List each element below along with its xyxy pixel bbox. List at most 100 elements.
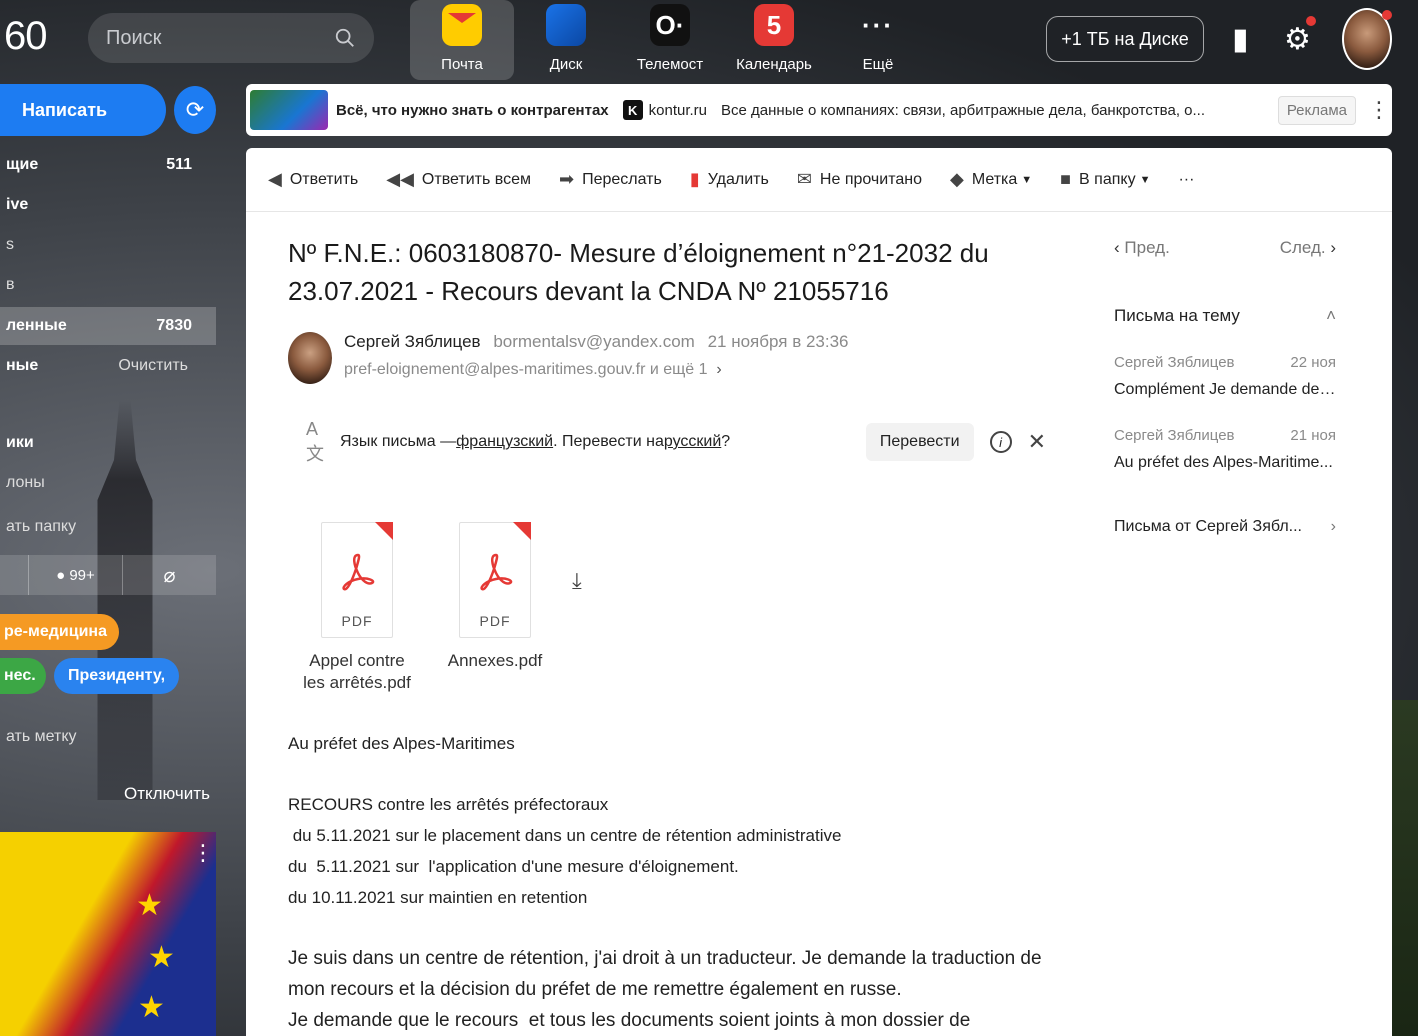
prev-message-button[interactable]: ‹ Пред.: [1114, 238, 1170, 258]
translate-icon: A文: [306, 418, 324, 464]
thread-snippet: Au préfet des Alpes-Maritime...: [1114, 454, 1333, 471]
filter-segment[interactable]: [0, 555, 29, 595]
info-icon[interactable]: i: [989, 431, 1012, 453]
thread-item[interactable]: Сергей Зяблицев 22 ноя Complément Je dema…: [1114, 354, 1336, 399]
sidebar-folder-sent[interactable]: ленные 7830: [0, 307, 216, 345]
target-language-link[interactable]: русский: [664, 433, 721, 451]
filter-attachments[interactable]: ⌀: [123, 555, 216, 595]
disk-icon: [546, 4, 586, 46]
refresh-button[interactable]: ⟳: [174, 86, 216, 134]
gear-icon[interactable]: ⚙: [1284, 22, 1311, 57]
messages-from-sender-link[interactable]: Письма от Сергей Зябл... ›: [1114, 518, 1336, 536]
filter-unread-count: 99+: [69, 566, 95, 584]
sidebar-folder-7[interactable]: ики: [6, 434, 34, 452]
app-mail[interactable]: Почта: [410, 0, 514, 80]
download-icon[interactable]: ⤓: [572, 568, 582, 594]
thread-header[interactable]: Письма на тему ˄: [1114, 306, 1336, 326]
disable-button[interactable]: Отключить: [124, 784, 210, 804]
folder-label: в: [6, 276, 15, 293]
pdf-file-icon: PDF: [321, 522, 393, 638]
app-calendar[interactable]: 5 Календарь: [722, 0, 826, 80]
translate-button[interactable]: Перевести: [865, 423, 974, 461]
sidebar-folder-8[interactable]: лоны: [6, 474, 45, 492]
message-subject: Nº F.N.E.: 0603180870- Mesure d’éloignem…: [288, 238, 989, 306]
sender-name[interactable]: Сергей Зяблицев: [344, 332, 481, 351]
sidebar-folder-deleted[interactable]: ные Очистить: [0, 347, 216, 385]
create-folder-link[interactable]: ать папку: [6, 518, 76, 536]
close-icon[interactable]: ✕: [1028, 429, 1046, 455]
filter-unread[interactable]: ● 99+: [29, 555, 123, 595]
thread-item[interactable]: Сергей Зяблицев 21 ноя Au préfet des Alpe…: [1114, 427, 1336, 472]
mark-unread-button[interactable]: ✉ Не прочитано: [797, 169, 922, 190]
top-bar: 60 Поиск Почта Диск O· Телемост 5 Календ…: [0, 0, 1418, 80]
tag-president[interactable]: Президенту,: [54, 658, 180, 694]
envelope-icon: ✉: [796, 169, 812, 189]
body-line: du 5.11.2021 sur l'application d'une mes…: [288, 857, 739, 876]
delete-button[interactable]: ▮ Удалить: [690, 169, 769, 190]
thread-from: Сергей Зяблицев: [1114, 354, 1235, 371]
search-box[interactable]: Поиск: [88, 13, 374, 63]
background-tree: [1390, 700, 1418, 1036]
next-message-button[interactable]: След. ›: [1280, 238, 1336, 258]
create-tag-link[interactable]: ать метку: [6, 728, 77, 746]
recipients[interactable]: pref-eloignement@alpes-maritimes.gouv.fr…: [344, 361, 722, 379]
tag-medicine[interactable]: ре-медицина: [0, 614, 119, 650]
sidebar-folder-2[interactable]: ive: [0, 186, 216, 224]
tag-green[interactable]: нес.: [0, 658, 46, 694]
folder-count: 7830: [156, 317, 192, 334]
sidebar-folder-3[interactable]: s: [0, 226, 216, 264]
app-mail-label: Почта: [441, 56, 483, 73]
ad-menu-icon[interactable]: ⋮: [1366, 97, 1392, 123]
star-icon: ★: [138, 991, 165, 1024]
thread-title: Письма на тему: [1114, 306, 1240, 325]
attachment-annexes[interactable]: PDF Annexes.pdf: [425, 522, 565, 672]
reply-label: Ответить: [289, 170, 359, 188]
reply-all-button[interactable]: ◀◀ Ответить всем: [386, 169, 531, 190]
body-line: du 10.11.2021 sur maintien en retention: [288, 888, 588, 907]
folder-label: щие: [6, 156, 39, 173]
ad-banner[interactable]: Всё, что нужно знать о контрагентах K ko…: [246, 84, 1392, 136]
forward-button[interactable]: ➡ Переслать: [559, 169, 662, 190]
search-input[interactable]: Поиск: [106, 27, 334, 50]
telemost-icon: O·: [650, 4, 690, 46]
reply-button[interactable]: ◀ Ответить: [268, 169, 358, 190]
sender-avatar[interactable]: [288, 332, 332, 384]
disk-promo-button[interactable]: +1 ТБ на Диске: [1046, 16, 1204, 62]
sender-line: Сергей Зяблицев bormentalsv@yandex.com 2…: [344, 332, 848, 352]
app-telemost[interactable]: O· Телемост: [618, 0, 722, 80]
promo-flag-card[interactable]: ★ ★ ★ ⋮: [0, 832, 216, 1036]
app-more-label: Ещё: [862, 56, 894, 73]
body-line: Au préfet des Alpes-Maritimes: [288, 734, 515, 753]
more-actions-button[interactable]: ···: [1178, 171, 1194, 189]
attachment-name: Appel contre les arrêtés.pdf: [303, 651, 411, 692]
clear-folder-link[interactable]: Очистить: [118, 357, 188, 375]
message-body: Au préfet des Alpes-Maritimes RECOURS co…: [288, 728, 1068, 1036]
settings-notification-dot: [1306, 16, 1316, 26]
message-date: 21 ноября в 23:36: [707, 332, 849, 351]
source-language-link[interactable]: французский: [456, 433, 553, 451]
message-toolbar: ◀ Ответить ◀◀ Ответить всем ➡ Переслать ▮ Уд…: [246, 148, 1392, 212]
chevron-down-icon: ▼: [1139, 173, 1151, 186]
recipients-text: pref-eloignement@alpes-maritimes.gouv.fr…: [344, 361, 708, 378]
compose-button[interactable]: Написать: [0, 84, 166, 136]
app-disk[interactable]: Диск: [514, 0, 618, 80]
file-type-label: PDF: [341, 613, 373, 629]
sender-email[interactable]: bormentalsv@yandex.com: [493, 332, 695, 351]
logo[interactable]: 60: [4, 14, 47, 59]
sidebar-folder-inbox[interactable]: щие 511: [0, 146, 216, 184]
folder-icon: ■: [1060, 169, 1072, 189]
kebab-menu-icon[interactable]: ⋮: [192, 840, 214, 866]
trash-icon: ▮: [689, 169, 700, 189]
attachment-appel[interactable]: PDF Appel contre les arrêtés.pdf: [287, 522, 427, 694]
search-icon[interactable]: [334, 27, 356, 49]
chevron-up-icon[interactable]: ˄: [1326, 306, 1336, 326]
pdf-file-icon: PDF: [459, 522, 531, 638]
label-button[interactable]: ◆ Метка ▼: [950, 169, 1032, 190]
app-calendar-label: Календарь: [736, 56, 812, 73]
move-folder-button[interactable]: ■ В папку ▼: [1060, 169, 1150, 190]
sidebar-folder-4[interactable]: в: [0, 266, 216, 304]
app-more[interactable]: ··· Ещё: [826, 0, 930, 80]
ad-thumbnail: [250, 90, 328, 130]
phone-icon[interactable]: ▮: [1232, 22, 1249, 57]
message-card: ◀ Ответить ◀◀ Ответить всем ➡ Переслать ▮ Уд…: [246, 148, 1392, 1036]
